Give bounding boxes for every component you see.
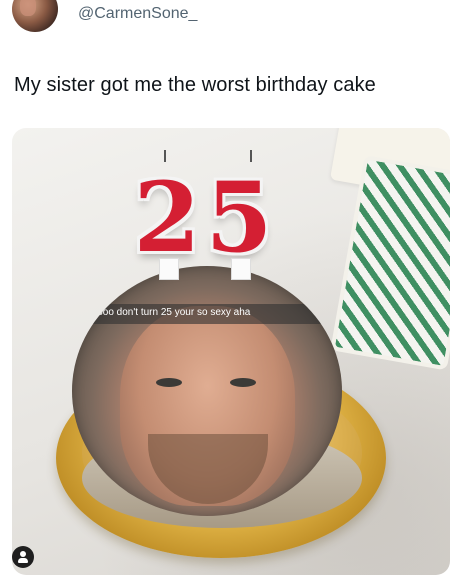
avatar[interactable] <box>12 0 58 32</box>
snap-caption-text: Nooo don't turn 25 your so sexy aha <box>90 307 251 318</box>
beard <box>148 434 268 504</box>
gift-box-lace <box>330 154 450 371</box>
candle-number-2: 2 <box>133 161 201 274</box>
user-handle[interactable]: @CarmenSone_ <box>78 5 197 23</box>
candle-number-5: 5 <box>205 161 273 274</box>
cake-top-photo: Nooo don't turn 25 your so sexy aha <box>72 266 342 516</box>
left-eye <box>156 378 182 387</box>
post-image[interactable]: Nooo don't turn 25 your so sexy aha 2 5 <box>12 128 450 575</box>
candle-stick-2 <box>159 258 179 280</box>
face-print <box>120 306 295 506</box>
post-caption: My sister got me the worst birthday cake <box>14 74 376 96</box>
candle-stick-5 <box>231 258 251 280</box>
person-icon[interactable] <box>12 546 34 568</box>
right-eye <box>230 378 256 387</box>
post-header: @CarmenSone_ <box>0 0 459 48</box>
